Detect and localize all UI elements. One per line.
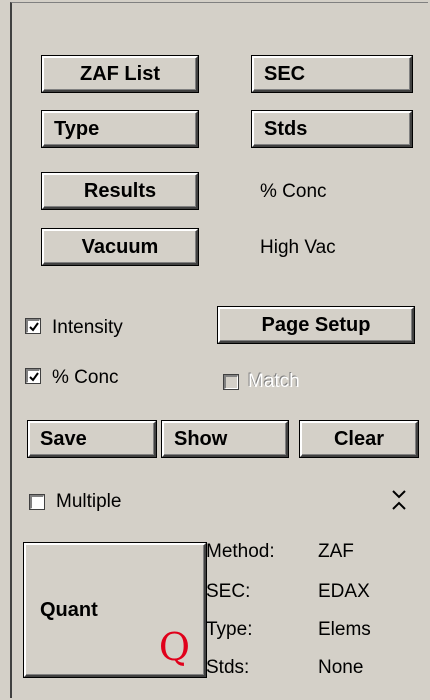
results-value: % Conc: [260, 181, 327, 202]
results-button[interactable]: Results: [41, 172, 199, 210]
save-label: Save: [40, 427, 87, 450]
multiple-check-box[interactable]: [29, 494, 45, 510]
clear-label: Clear: [333, 427, 385, 450]
method-value: ZAF: [318, 541, 354, 562]
conc-label: % Conc: [52, 367, 119, 388]
type-label: Type: [54, 117, 100, 140]
sec-button[interactable]: SEC: [251, 55, 413, 93]
type-info-value: Elems: [318, 619, 371, 640]
save-button[interactable]: Save: [27, 420, 157, 458]
sec-label: SEC: [264, 62, 306, 85]
show-button[interactable]: Show: [161, 420, 289, 458]
vacuum-value: High Vac: [260, 237, 336, 258]
stds-button[interactable]: Stds: [251, 110, 413, 148]
stds-label: Stds: [264, 117, 308, 140]
stds-info-label: Stds:: [206, 657, 250, 678]
show-label: Show: [174, 427, 228, 450]
multiple-label: Multiple: [56, 491, 122, 512]
checkmark-icon: [28, 371, 39, 382]
clear-button[interactable]: Clear: [299, 420, 419, 458]
quant-panel: ZAF List SEC Type Stds Results % Conc Va…: [10, 2, 428, 698]
match-label: Match: [248, 371, 300, 392]
sec-info-value: EDAX: [318, 581, 370, 602]
vacuum-label: Vacuum: [81, 235, 159, 258]
vacuum-button[interactable]: Vacuum: [41, 228, 199, 266]
method-label: Method:: [206, 541, 275, 562]
sec-info-label: SEC:: [206, 581, 251, 602]
quant-button[interactable]: Quant Q: [23, 542, 207, 678]
zaf-list-label: ZAF List: [80, 62, 160, 85]
results-label: Results: [83, 179, 157, 202]
type-info-label: Type:: [206, 619, 253, 640]
intensity-check-box[interactable]: [25, 318, 41, 334]
conc-check-box[interactable]: [25, 368, 41, 384]
checkmark-icon: [28, 321, 39, 332]
type-button[interactable]: Type: [41, 110, 199, 148]
page-setup-button[interactable]: Page Setup: [217, 306, 415, 344]
page-setup-label: Page Setup: [261, 313, 371, 336]
zaf-list-button[interactable]: ZAF List: [41, 55, 199, 93]
collapse-chevrons: [392, 490, 406, 510]
quant-label: Quant: [40, 599, 98, 621]
intensity-label: Intensity: [52, 317, 123, 338]
quant-q-icon: Q: [158, 625, 190, 669]
match-check-box: [223, 374, 239, 390]
chevron-collapse-icon[interactable]: [382, 483, 416, 517]
stds-info-value: None: [318, 657, 364, 678]
